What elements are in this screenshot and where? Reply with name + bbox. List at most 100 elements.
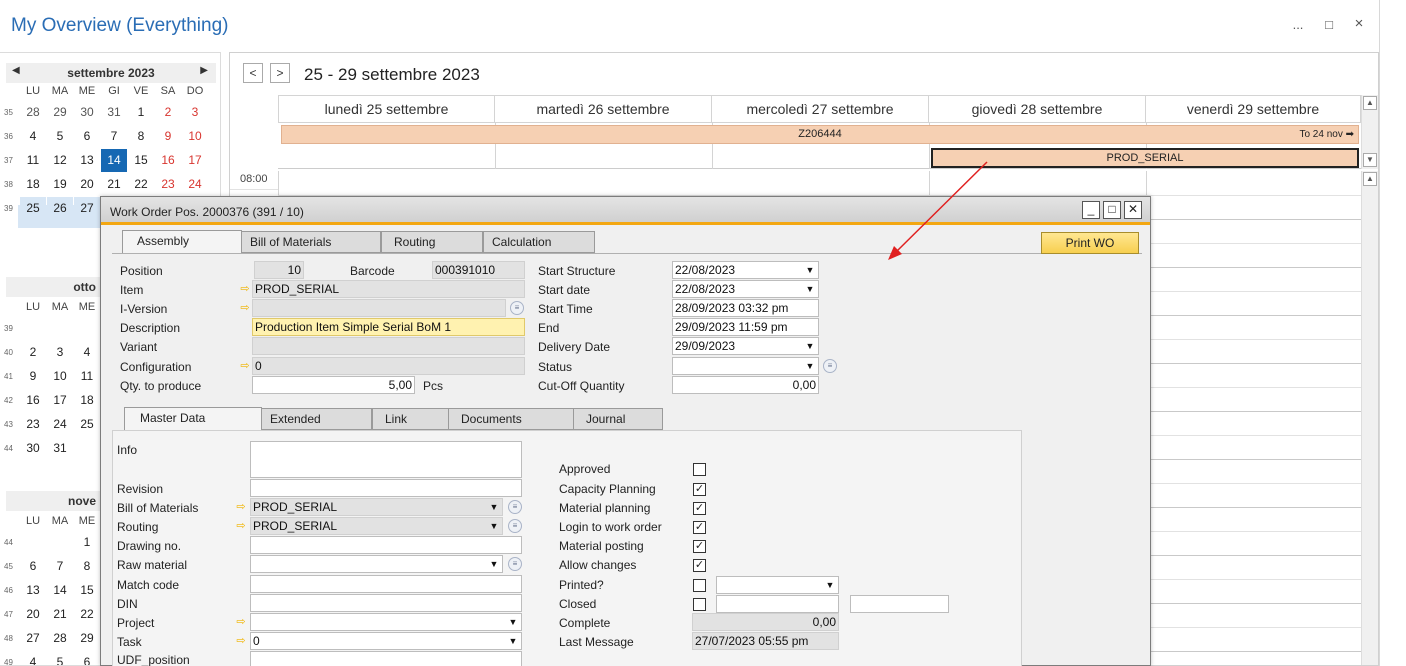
calendar-day[interactable]: 16 — [155, 149, 181, 172]
start-date-field[interactable]: 22/08/2023 ▼ — [672, 280, 819, 298]
revision-field[interactable] — [250, 479, 522, 497]
description-field[interactable]: Production Item Simple Serial BoM 1 — [252, 318, 525, 336]
drawing-field[interactable] — [250, 536, 522, 554]
more-icon[interactable]: ... — [1288, 17, 1308, 32]
calendar-day[interactable]: 4 — [74, 341, 100, 364]
day-header-fri[interactable]: venerdì 29 settembre — [1146, 95, 1361, 123]
barcode-field[interactable]: 000391010 — [432, 261, 525, 279]
link-arrow-icon[interactable]: ⇨ — [238, 281, 252, 297]
calendar-day[interactable]: 30 — [20, 437, 46, 460]
dialog-titlebar[interactable]: Work Order Pos. 2000376 (391 / 10) _ □ ✕ — [101, 197, 1150, 225]
task-field[interactable]: 0 ▼ — [250, 632, 522, 650]
calendar-day[interactable]: 15 — [128, 149, 154, 172]
calendar-day[interactable]: 27 — [20, 627, 46, 650]
info-field[interactable] — [250, 441, 522, 478]
end-field[interactable]: 29/09/2023 11:59 pm — [672, 318, 819, 336]
calendar-day[interactable]: 21 — [101, 173, 127, 196]
calendar-day[interactable]: 24 — [182, 173, 208, 196]
dropdown-icon[interactable]: ▼ — [487, 499, 501, 515]
event-prod-serial[interactable]: PROD_SERIAL — [931, 148, 1359, 168]
calendar-day[interactable]: 11 — [74, 365, 100, 388]
cutoff-field[interactable]: 0,00 — [672, 376, 819, 394]
tab-calculation[interactable]: Calculation — [483, 231, 595, 253]
dropdown-icon[interactable]: ▼ — [487, 518, 501, 534]
login-work-order-checkbox[interactable]: ✓ — [693, 521, 706, 534]
calendar-day[interactable]: 13 — [74, 149, 100, 172]
link-arrow-icon[interactable]: ⇨ — [234, 499, 248, 515]
iversion-field[interactable] — [252, 299, 506, 317]
calendar-day[interactable]: 6 — [74, 125, 100, 148]
calendar-day[interactable]: 28 — [20, 101, 46, 124]
calendar-day[interactable]: 9 — [155, 125, 181, 148]
calendar-day[interactable]: 22 — [74, 603, 100, 626]
delivery-date-field[interactable]: 29/09/2023 ▼ — [672, 337, 819, 355]
close-icon[interactable]: × — [1349, 15, 1369, 32]
calendar-day[interactable]: 18 — [20, 173, 46, 196]
calendar-day[interactable]: 31 — [101, 101, 127, 124]
material-posting-checkbox[interactable]: ✓ — [693, 540, 706, 553]
tab-master-data[interactable]: Master Data — [124, 407, 262, 431]
calendar-day[interactable]: 14 — [101, 149, 127, 172]
closed-by-field[interactable] — [850, 595, 949, 613]
calendar-day[interactable]: 30 — [74, 101, 100, 124]
calendar-day[interactable]: 25 — [74, 413, 100, 436]
calendar-day[interactable]: 27 — [74, 197, 100, 220]
calendar-day[interactable]: 23 — [20, 413, 46, 436]
tab-bill-of-materials[interactable]: Bill of Materials — [241, 231, 381, 253]
variant-field[interactable] — [252, 337, 525, 355]
calendar-day[interactable]: 6 — [74, 651, 100, 665]
calendar-day[interactable]: 9 — [20, 365, 46, 388]
match-code-field[interactable] — [250, 575, 522, 593]
print-wo-button[interactable]: Print WO — [1041, 232, 1139, 254]
calendar-day[interactable]: 8 — [74, 555, 100, 578]
complete-field[interactable]: 0,00 — [692, 613, 839, 631]
list-icon[interactable]: ≡ — [510, 301, 524, 315]
project-field[interactable]: ▼ — [250, 613, 522, 631]
day-header-mon[interactable]: lunedì 25 settembre — [278, 95, 495, 123]
list-icon[interactable]: ≡ — [508, 519, 522, 533]
calendar-day[interactable]: 4 — [20, 651, 46, 665]
approved-checkbox[interactable] — [693, 463, 706, 476]
calendar-day[interactable]: 17 — [47, 389, 73, 412]
calendar-day[interactable]: 7 — [101, 125, 127, 148]
routing-field[interactable]: PROD_SERIAL ▼ — [250, 517, 503, 535]
calendar-day[interactable]: 24 — [47, 413, 73, 436]
configuration-field[interactable]: 0 — [252, 357, 525, 375]
dropdown-icon[interactable]: ▼ — [823, 577, 837, 593]
allow-changes-checkbox[interactable]: ✓ — [693, 559, 706, 572]
list-icon[interactable]: ≡ — [823, 359, 837, 373]
next-month-icon[interactable]: ▶ — [200, 65, 208, 76]
list-icon[interactable]: ≡ — [508, 500, 522, 514]
din-field[interactable] — [250, 594, 522, 612]
calendar-day[interactable]: 5 — [47, 651, 73, 665]
dropdown-icon[interactable]: ▼ — [803, 358, 817, 374]
closed-checkbox[interactable] — [693, 598, 706, 611]
status-field[interactable]: ▼ — [672, 357, 819, 375]
maximize-icon[interactable]: □ — [1103, 201, 1121, 219]
link-arrow-icon[interactable]: ⇨ — [238, 358, 252, 374]
tab-documents[interactable]: Documents — [448, 408, 574, 430]
calendar-day[interactable]: 1 — [74, 531, 100, 554]
calendar-day[interactable]: 18 — [74, 389, 100, 412]
calendar-day[interactable]: 5 — [47, 125, 73, 148]
tab-link[interactable]: Link — [372, 408, 449, 430]
calendar-day[interactable]: 2 — [20, 341, 46, 364]
link-arrow-icon[interactable]: ⇨ — [234, 633, 248, 649]
calendar-day[interactable]: 3 — [47, 341, 73, 364]
scroll-up-icon[interactable]: ▲ — [1363, 172, 1377, 186]
scroll-up-icon[interactable]: ▲ — [1363, 96, 1377, 110]
list-icon[interactable]: ≡ — [508, 557, 522, 571]
next-week-button[interactable]: > — [270, 63, 290, 83]
calendar-day[interactable]: 8 — [128, 125, 154, 148]
maximize-icon[interactable]: □ — [1319, 17, 1339, 32]
calendar-day[interactable]: 26 — [47, 197, 73, 220]
minimize-icon[interactable]: _ — [1082, 201, 1100, 219]
material-planning-checkbox[interactable]: ✓ — [693, 502, 706, 515]
qty-field[interactable]: 5,00 — [252, 376, 415, 394]
tab-assembly[interactable]: Assembly — [122, 230, 242, 254]
raw-material-field[interactable]: ▼ — [250, 555, 503, 573]
calendar-day[interactable]: 12 — [47, 149, 73, 172]
tab-extended[interactable]: Extended — [261, 408, 372, 430]
calendar-day[interactable]: 7 — [47, 555, 73, 578]
dropdown-icon[interactable]: ▼ — [506, 614, 520, 630]
